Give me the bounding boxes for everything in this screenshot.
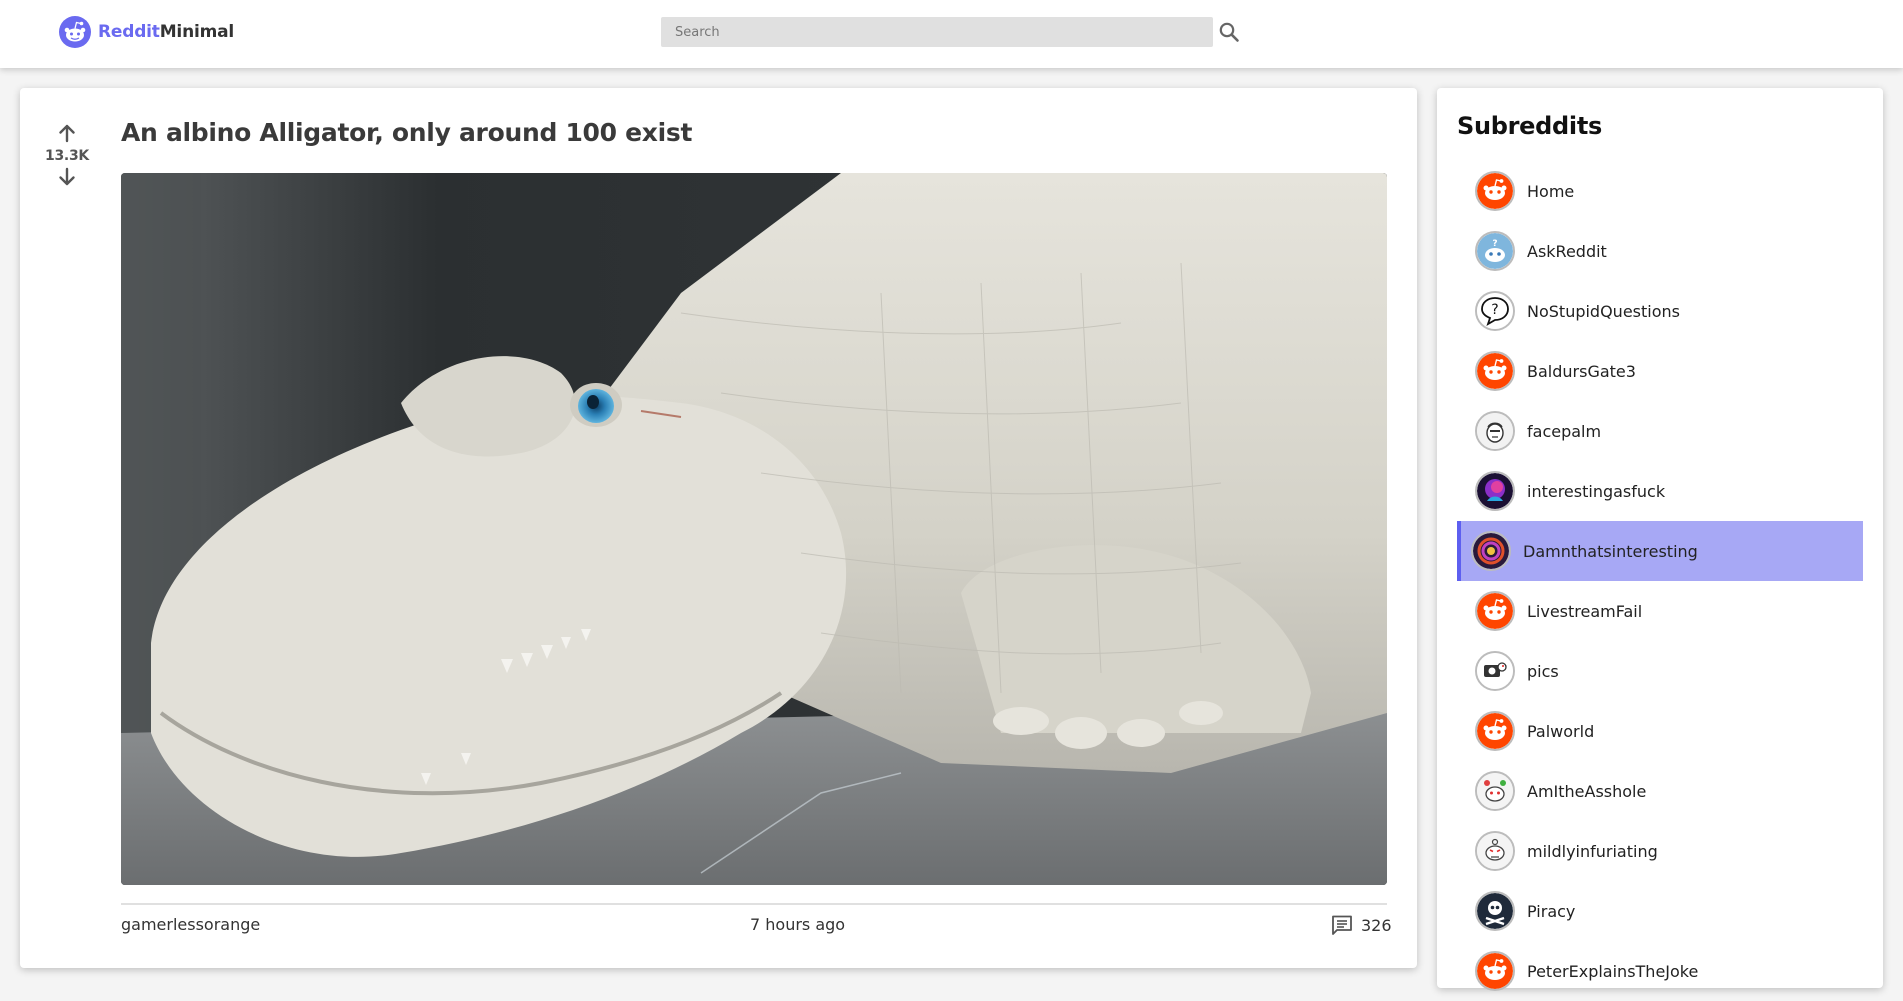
sidebar-item-label: AskReddit (1527, 241, 1607, 261)
sidebar-item-baldursgate3[interactable]: BaldursGate3 (1457, 341, 1863, 401)
post-image[interactable] (121, 173, 1387, 885)
question-bubble-icon: ? (1475, 291, 1515, 331)
sidebar-item-peterexplainsthejoke[interactable]: PeterExplainsTheJoke (1457, 941, 1863, 1001)
upvote-arrow-icon[interactable] (56, 122, 78, 144)
subreddit-list: Home ? AskReddit ? NoStupidQuestions Bal… (1457, 161, 1863, 1001)
reddit-snoo-icon (1475, 591, 1515, 631)
sidebar-item-livestreamfail[interactable]: LivestreamFail (1457, 581, 1863, 641)
subreddits-sidebar: Subreddits Home ? AskReddit ? NoStupidQu… (1437, 88, 1883, 991)
reddit-snoo-icon (1475, 951, 1515, 991)
logo[interactable]: RedditMinimal (59, 16, 234, 48)
post-time: 7 hours ago (750, 915, 846, 934)
pics-icon (1475, 651, 1515, 691)
interestingasfuck-icon (1475, 471, 1515, 511)
sidebar-item-label: AmItheAsshole (1527, 781, 1647, 801)
logo-text-reddit: Reddit (98, 22, 160, 42)
post-divider (121, 903, 1387, 905)
sidebar-item-facepalm[interactable]: facepalm (1457, 401, 1863, 461)
post-card: 13.3K An albino Alligator, only around 1… (20, 88, 1417, 968)
facepalm-icon (1475, 411, 1515, 451)
sidebar-item-label: Home (1527, 181, 1575, 201)
sidebar-item-label: NoStupidQuestions (1527, 301, 1680, 321)
comments-button[interactable]: 326 (1330, 913, 1392, 937)
sidebar-item-pics[interactable]: pics (1457, 641, 1863, 701)
search-icon[interactable] (1217, 20, 1241, 44)
comment-count: 326 (1361, 915, 1392, 935)
downvote-arrow-icon[interactable] (56, 166, 78, 188)
sidebar-item-label: Damnthatsinteresting (1523, 541, 1698, 561)
mildlyinfuriating-icon (1475, 831, 1515, 871)
sidebar-item-label: pics (1527, 661, 1559, 681)
post-title[interactable]: An albino Alligator, only around 100 exi… (121, 118, 692, 147)
sidebar-item-mildlyinfuriating[interactable]: mildlyinfuriating (1457, 821, 1863, 881)
sidebar-item-label: facepalm (1527, 421, 1602, 441)
post-author[interactable]: gamerlessorange (121, 915, 260, 934)
sidebar-item-label: Piracy (1527, 901, 1576, 921)
sidebar-item-label: interestingasfuck (1527, 481, 1666, 501)
sidebar-item-palworld[interactable]: Palworld (1457, 701, 1863, 761)
sidebar-title: Subreddits (1457, 112, 1603, 140)
alligator-image (121, 173, 1387, 885)
sidebar-item-damnthatsinteresting[interactable]: Damnthatsinteresting (1457, 521, 1863, 581)
sidebar-item-home[interactable]: Home (1457, 161, 1863, 221)
sidebar-item-amitheasshole[interactable]: AmItheAsshole (1457, 761, 1863, 821)
askreddit-icon: ? (1475, 231, 1515, 271)
sidebar-item-askreddit[interactable]: ? AskReddit (1457, 221, 1863, 281)
piracy-icon (1475, 891, 1515, 931)
damnthatsinteresting-icon (1471, 531, 1511, 571)
sidebar-item-piracy[interactable]: Piracy (1457, 881, 1863, 941)
logo-text-minimal: Minimal (159, 22, 235, 42)
sidebar-item-interestingasfuck[interactable]: interestingasfuck (1457, 461, 1863, 521)
logo-text: RedditMinimal (98, 22, 234, 42)
sidebar-item-label: mildlyinfuriating (1527, 841, 1658, 861)
vote-score: 13.3K (45, 148, 89, 164)
search-input[interactable] (661, 17, 1213, 47)
sidebar-item-nostupidquestions[interactable]: ? NoStupidQuestions (1457, 281, 1863, 341)
reddit-snoo-icon (1475, 711, 1515, 751)
top-bar: RedditMinimal (0, 0, 1903, 68)
vote-controls: 13.3K (42, 122, 92, 188)
sidebar-item-label: BaldursGate3 (1527, 361, 1636, 381)
amitheasshole-icon (1475, 771, 1515, 811)
reddit-snoo-icon (1475, 171, 1515, 211)
reddit-logo-icon (59, 16, 91, 48)
comment-icon (1332, 915, 1352, 935)
reddit-snoo-icon (1475, 351, 1515, 391)
sidebar-item-label: LivestreamFail (1527, 601, 1643, 621)
sidebar-item-label: Palworld (1527, 721, 1595, 741)
svg-text:?: ? (1492, 239, 1497, 249)
svg-text:?: ? (1491, 302, 1498, 318)
sidebar-item-label: PeterExplainsTheJoke (1527, 961, 1699, 981)
